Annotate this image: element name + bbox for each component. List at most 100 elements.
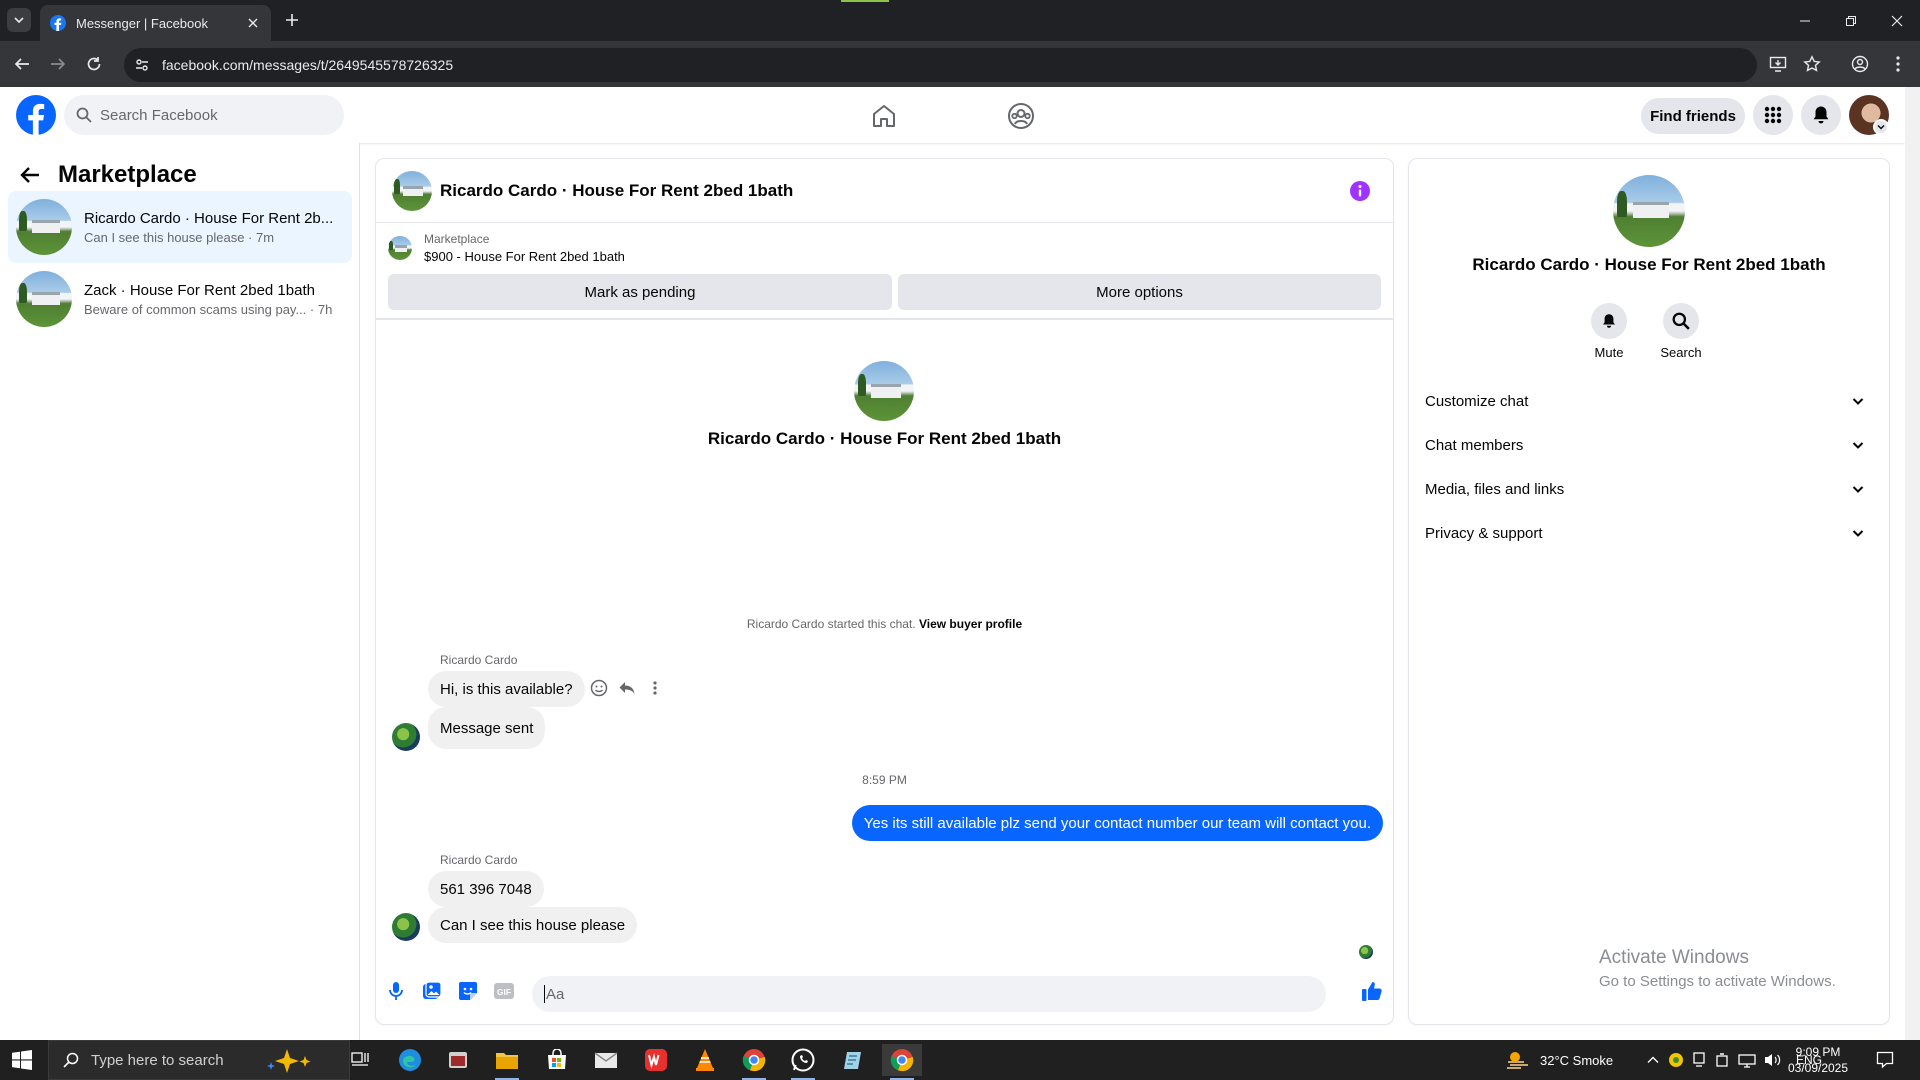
sticker-icon[interactable] xyxy=(456,979,480,1003)
menu-grid-button[interactable] xyxy=(1753,95,1793,135)
microphone-icon[interactable] xyxy=(384,979,408,1003)
tab-close-icon[interactable] xyxy=(245,15,261,31)
svg-text:GIF: GIF xyxy=(497,987,511,997)
forward-icon[interactable] xyxy=(46,52,70,76)
url-text: facebook.com/messages/t/2649545578726325 xyxy=(162,57,454,73)
weather-widget[interactable]: 32°C Smoke xyxy=(1506,1040,1613,1080)
mute-button[interactable]: Mute xyxy=(1579,303,1639,360)
marketplace-label: Marketplace xyxy=(424,232,490,246)
listing-thumbnail xyxy=(16,271,72,327)
conversation-item[interactable]: Zack · House For Rent 2bed 1bath Beware … xyxy=(8,263,352,335)
notifications-button[interactable] xyxy=(1801,95,1841,135)
conversation-item[interactable]: Ricardo Cardo · House For Rent 2b... Can… xyxy=(8,191,352,263)
marketplace-listing-bar: Marketplace $900 - House For Rent 2bed 1… xyxy=(376,224,1393,320)
message-bubble[interactable]: Can I see this house please xyxy=(428,907,638,943)
restore-button[interactable] xyxy=(1828,0,1874,41)
task-view-icon[interactable] xyxy=(340,1044,380,1076)
install-app-icon[interactable] xyxy=(1766,52,1790,76)
site-info-icon[interactable] xyxy=(134,57,150,73)
thumbs-up-icon[interactable] xyxy=(1358,977,1386,1005)
notepad-icon[interactable] xyxy=(833,1044,873,1076)
browser-menu-icon[interactable] xyxy=(1886,52,1910,76)
display-icon[interactable] xyxy=(1692,1052,1706,1068)
sender-avatar[interactable] xyxy=(392,723,420,751)
chat-title[interactable]: Ricardo Cardo · House For Rent 2bed 1bat… xyxy=(440,181,793,201)
windows-start-icon[interactable] xyxy=(12,1050,32,1070)
bookmark-star-icon[interactable] xyxy=(1800,52,1824,76)
view-buyer-profile-link[interactable]: View buyer profile xyxy=(919,617,1022,631)
chat-members-section[interactable]: Chat members xyxy=(1425,423,1873,467)
back-arrow-icon[interactable] xyxy=(20,165,40,185)
clock[interactable]: 9:09 PM 03/09/2025 xyxy=(1770,1040,1866,1080)
intro-name: Ricardo Cardo · House For Rent 2bed 1bat… xyxy=(707,429,1062,448)
close-window-button[interactable] xyxy=(1874,0,1920,41)
media-files-links-section[interactable]: Media, files and links xyxy=(1425,467,1873,511)
profile-icon[interactable] xyxy=(1848,52,1872,76)
message-input[interactable]: Aa xyxy=(532,976,1478,1016)
minimize-button[interactable] xyxy=(1782,0,1828,41)
reload-icon[interactable] xyxy=(82,52,106,76)
chevron-up-icon[interactable] xyxy=(1646,1053,1660,1067)
section-label: Customize chat xyxy=(1425,392,1529,410)
chevron-down-icon xyxy=(1852,442,1864,449)
file-explorer-icon[interactable] xyxy=(487,1044,527,1080)
groups-icon[interactable] xyxy=(1007,102,1035,130)
conversation-sidebar: Marketplace Ricardo Cardo · House For Re… xyxy=(0,143,360,1040)
home-icon[interactable] xyxy=(870,102,898,130)
find-friends-button[interactable]: Find friends xyxy=(1641,98,1745,134)
chrome-icon[interactable] xyxy=(734,1044,774,1080)
taskbar-search[interactable]: Type here to search xyxy=(48,1040,350,1080)
facebook-search-input[interactable]: Search Facebook xyxy=(64,95,344,135)
chevron-down-icon[interactable] xyxy=(1873,119,1889,135)
facebook-logo-icon[interactable] xyxy=(16,95,56,135)
chrome-active-icon[interactable] xyxy=(882,1044,922,1080)
microsoft-store-icon[interactable] xyxy=(537,1044,577,1076)
mail-icon[interactable] xyxy=(586,1044,626,1076)
tab-search-button[interactable] xyxy=(7,8,31,32)
message-sender: Ricardo Cardo xyxy=(440,653,518,667)
wps-office-icon[interactable] xyxy=(636,1044,676,1076)
search-icon xyxy=(1672,312,1690,330)
browser-tab[interactable]: Messenger | Facebook xyxy=(40,5,271,41)
info-icon[interactable] xyxy=(1349,180,1371,202)
battery-icon[interactable] xyxy=(1714,1052,1730,1068)
page-scrollbar[interactable] xyxy=(1905,87,1920,1040)
weather-smoke-icon xyxy=(1507,1052,1528,1069)
privacy-support-section[interactable]: Privacy & support xyxy=(1425,511,1873,555)
listing-thumbnail xyxy=(16,199,72,255)
clock-date: 03/09/2025 xyxy=(1787,1061,1849,1075)
chat-avatar[interactable] xyxy=(392,170,432,211)
message-bubble[interactable]: Hi, is this available? xyxy=(428,671,585,707)
search-in-conversation-button[interactable]: Search xyxy=(1651,303,1711,360)
message-bubble[interactable]: 561 396 7048 xyxy=(428,871,544,907)
address-bar[interactable]: facebook.com/messages/t/2649545578726325 xyxy=(124,48,1757,82)
chat-info-panel: Ricardo Cardo · House For Rent 2bed 1bat… xyxy=(1409,159,1889,1024)
mark-as-pending-button[interactable]: Mark as pending xyxy=(388,274,892,310)
listing-title[interactable]: $900 - House For Rent 2bed 1bath xyxy=(424,249,625,264)
customize-chat-section[interactable]: Customize chat xyxy=(1425,379,1873,423)
windows-taskbar: Type here to search 32°C Smoke ENG 9:09 … xyxy=(0,1040,1920,1080)
react-emoji-icon[interactable] xyxy=(590,679,608,697)
whatsapp-icon[interactable] xyxy=(783,1044,823,1080)
edge-icon[interactable] xyxy=(390,1044,430,1076)
message-bubble[interactable]: Message sent xyxy=(428,707,546,749)
vlc-icon[interactable] xyxy=(685,1044,725,1076)
sender-avatar[interactable] xyxy=(392,913,420,941)
facebook-favicon-icon xyxy=(50,15,66,31)
listing-thumbnail[interactable] xyxy=(388,236,412,260)
gif-icon[interactable]: GIF xyxy=(492,979,516,1003)
network-icon[interactable] xyxy=(1738,1052,1756,1068)
store-window-icon[interactable] xyxy=(438,1044,478,1076)
new-tab-button[interactable] xyxy=(282,10,302,30)
outgoing-message-bubble[interactable]: Yes its still available plz send your co… xyxy=(851,805,1383,841)
shield-status-icon[interactable] xyxy=(1668,1052,1684,1068)
browser-toolbar: facebook.com/messages/t/2649545578726325 xyxy=(0,41,1920,87)
notification-center-icon[interactable] xyxy=(1876,1040,1894,1080)
more-dots-icon[interactable] xyxy=(646,679,664,697)
more-options-button[interactable]: More options xyxy=(898,274,1381,310)
sparkle-icon[interactable] xyxy=(263,1047,317,1075)
photo-icon[interactable] xyxy=(420,979,444,1003)
browser-tab-strip: Messenger | Facebook xyxy=(0,0,1920,41)
back-icon[interactable] xyxy=(10,52,34,76)
reply-icon[interactable] xyxy=(618,679,636,697)
